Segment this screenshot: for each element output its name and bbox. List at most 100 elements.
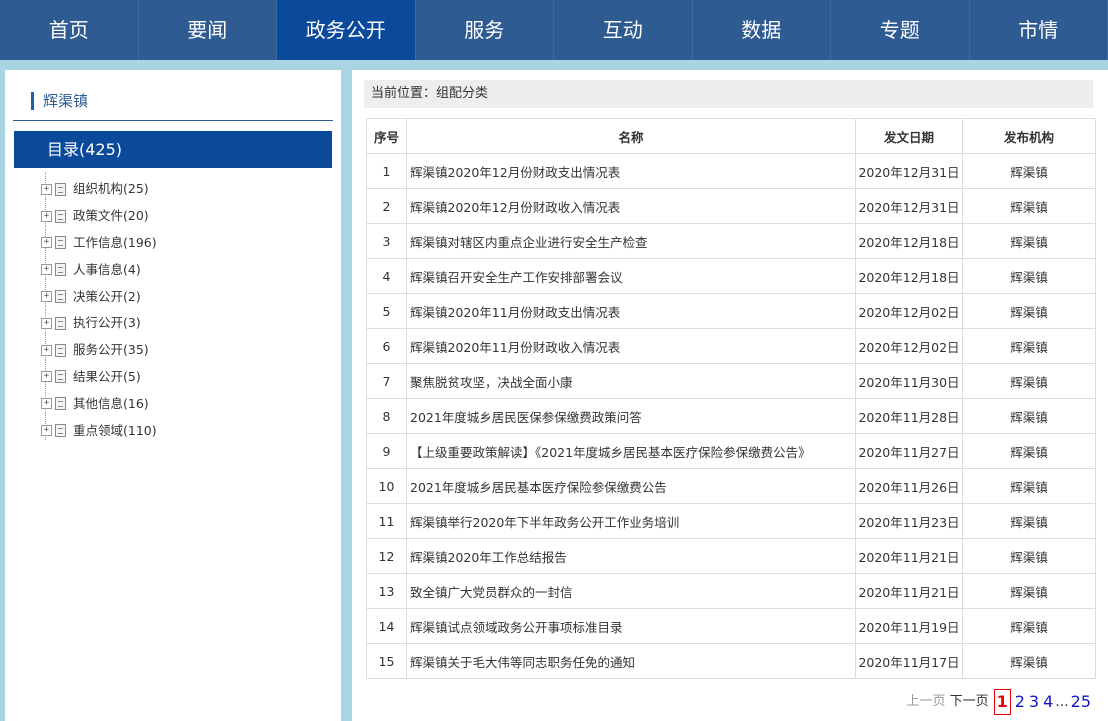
row-organization: 辉渠镇 <box>962 258 1096 294</box>
expand-icon[interactable]: + <box>41 183 52 195</box>
expand-icon[interactable]: + <box>41 398 52 410</box>
row-number: 9 <box>366 433 407 469</box>
row-organization: 辉渠镇 <box>962 363 1096 399</box>
sidebar-divider <box>13 120 333 121</box>
tree-item[interactable]: + 政策文件(20) <box>41 198 157 230</box>
tree-item-label[interactable]: 组织机构(25) <box>73 179 149 199</box>
expand-icon[interactable]: + <box>41 344 52 356</box>
tree-item-label[interactable]: 结果公开(5) <box>73 367 141 387</box>
page-link[interactable]: 4 <box>1043 690 1053 714</box>
document-icon <box>55 370 66 384</box>
tree-item-label[interactable]: 政策文件(20) <box>73 206 149 226</box>
tree-item-label[interactable]: 决策公开(2) <box>73 287 141 307</box>
table-header-row: 序号 名称 发文日期 发布机构 <box>366 118 1096 154</box>
document-icon <box>55 397 66 411</box>
expand-icon[interactable]: + <box>41 264 52 276</box>
row-title-link[interactable]: 辉渠镇2020年12月份财政支出情况表 <box>406 153 856 189</box>
expand-icon[interactable]: + <box>41 371 52 383</box>
tree-item-label[interactable]: 服务公开(35) <box>73 340 149 360</box>
document-icon <box>55 209 66 223</box>
table-row: 6 辉渠镇2020年11月份财政收入情况表 2020年12月02日 辉渠镇 <box>366 328 1096 364</box>
row-title-link[interactable]: 辉渠镇召开安全生产工作安排部署会议 <box>406 258 856 294</box>
catalog-header[interactable]: 目录(425) <box>14 131 332 168</box>
document-icon <box>55 236 66 250</box>
column-header-no: 序号 <box>366 118 407 154</box>
row-number: 3 <box>366 223 407 259</box>
row-title-link[interactable]: 2021年度城乡居民医保参保缴费政策问答 <box>406 398 856 434</box>
tree-item[interactable]: + 工作信息(196) <box>41 225 157 257</box>
row-date: 2020年12月02日 <box>855 328 963 364</box>
main-content: 当前位置：组配分类 序号 名称 发文日期 发布机构 1 辉渠镇2020年12月份财… <box>352 70 1108 721</box>
nav-item-services[interactable]: 服务 <box>416 0 554 60</box>
tree-item[interactable]: + 执行公开(3) <box>41 306 157 337</box>
row-number: 2 <box>366 188 407 224</box>
nav-item-news[interactable]: 要闻 <box>139 0 277 60</box>
nav-item-home[interactable]: 首页 <box>0 0 139 60</box>
page-link[interactable]: 3 <box>1029 690 1039 714</box>
nav-item-topics[interactable]: 专题 <box>831 0 970 60</box>
row-number: 4 <box>366 258 407 294</box>
table-row: 7 聚焦脱贫攻坚，决战全面小康 2020年11月30日 辉渠镇 <box>366 363 1096 399</box>
page-link-current[interactable]: 1 <box>993 689 1011 715</box>
nav-item-city-info[interactable]: 市情 <box>970 0 1108 60</box>
row-number: 5 <box>366 293 407 329</box>
page-link-last[interactable]: 25 <box>1071 690 1091 714</box>
tree-item-label[interactable]: 人事信息(4) <box>73 260 141 280</box>
tree-item[interactable]: + 组织机构(25) <box>41 172 157 203</box>
row-number: 6 <box>366 328 407 364</box>
row-number: 13 <box>366 573 407 609</box>
tree-item-label[interactable]: 其他信息(16) <box>73 394 149 414</box>
table-row: 5 辉渠镇2020年11月份财政支出情况表 2020年12月02日 辉渠镇 <box>366 293 1096 329</box>
page-link[interactable]: 2 <box>1015 690 1025 714</box>
row-title-link[interactable]: 辉渠镇2020年12月份财政收入情况表 <box>406 188 856 224</box>
nav-item-data[interactable]: 数据 <box>693 0 831 60</box>
row-title-link[interactable]: 辉渠镇2020年11月份财政收入情况表 <box>406 328 856 364</box>
row-organization: 辉渠镇 <box>962 433 1096 469</box>
breadcrumb: 当前位置：组配分类 <box>364 80 1093 108</box>
column-header-org: 发布机构 <box>962 118 1096 154</box>
tree-item[interactable]: + 其他信息(16) <box>41 386 157 417</box>
row-title-link[interactable]: 【上级重要政策解读】《2021年度城乡居民基本医疗保险参保缴费公告》 <box>406 433 856 469</box>
tree-item-label[interactable]: 重点领域(110) <box>73 421 157 441</box>
expand-icon[interactable]: + <box>41 291 52 303</box>
row-organization: 辉渠镇 <box>962 223 1096 259</box>
row-organization: 辉渠镇 <box>962 538 1096 574</box>
expand-icon[interactable]: + <box>41 237 52 249</box>
row-title-link[interactable]: 辉渠镇2020年工作总结报告 <box>406 538 856 574</box>
tree-item[interactable]: + 决策公开(2) <box>41 279 157 310</box>
row-title-link[interactable]: 辉渠镇试点领域政务公开事项标准目录 <box>406 608 856 644</box>
document-icon <box>55 316 66 330</box>
row-date: 2020年12月02日 <box>855 293 963 329</box>
tree-item[interactable]: + 结果公开(5) <box>41 359 157 391</box>
row-title-link[interactable]: 聚焦脱贫攻坚，决战全面小康 <box>406 363 856 399</box>
expand-icon[interactable]: + <box>41 210 52 222</box>
row-organization: 辉渠镇 <box>962 293 1096 329</box>
tree-item[interactable]: + 服务公开(35) <box>41 332 157 364</box>
tree-item-label[interactable]: 工作信息(196) <box>73 233 157 253</box>
row-number: 8 <box>366 398 407 434</box>
document-icon <box>55 290 66 304</box>
row-title-link[interactable]: 辉渠镇举行2020年下半年政务公开工作业务培训 <box>406 503 856 539</box>
table-row: 13 致全镇广大党员群众的一封信 2020年11月21日 辉渠镇 <box>366 573 1096 609</box>
expand-icon[interactable]: + <box>41 425 52 437</box>
table-row: 12 辉渠镇2020年工作总结报告 2020年11月21日 辉渠镇 <box>366 538 1096 574</box>
nav-item-interaction[interactable]: 互动 <box>554 0 693 60</box>
nav-item-government-affairs[interactable]: 政务公开 <box>277 0 416 60</box>
row-title-link[interactable]: 辉渠镇关于毛大伟等同志职务任免的通知 <box>406 643 856 679</box>
row-title-link[interactable]: 致全镇广大党员群众的一封信 <box>406 573 856 609</box>
tree-item-label[interactable]: 执行公开(3) <box>73 313 141 333</box>
table-row: 15 辉渠镇关于毛大伟等同志职务任免的通知 2020年11月17日 辉渠镇 <box>366 643 1096 679</box>
column-header-title: 名称 <box>406 118 856 154</box>
row-title-link[interactable]: 辉渠镇对辖区内重点企业进行安全生产检查 <box>406 223 856 259</box>
row-organization: 辉渠镇 <box>962 468 1096 504</box>
tree-item[interactable]: + 重点领域(110) <box>41 413 157 444</box>
row-number: 14 <box>366 608 407 644</box>
row-number: 10 <box>366 468 407 504</box>
row-title-link[interactable]: 辉渠镇2020年11月份财政支出情况表 <box>406 293 856 329</box>
prev-page-link: 上一页 <box>906 694 946 709</box>
tree-item[interactable]: + 人事信息(4) <box>41 252 157 283</box>
expand-icon[interactable]: + <box>41 317 52 329</box>
row-title-link[interactable]: 2021年度城乡居民基本医疗保险参保缴费公告 <box>406 468 856 504</box>
next-page-link[interactable]: 下一页 <box>950 690 989 714</box>
table-row: 11 辉渠镇举行2020年下半年政务公开工作业务培训 2020年11月23日 辉渠镇 <box>366 503 1096 539</box>
